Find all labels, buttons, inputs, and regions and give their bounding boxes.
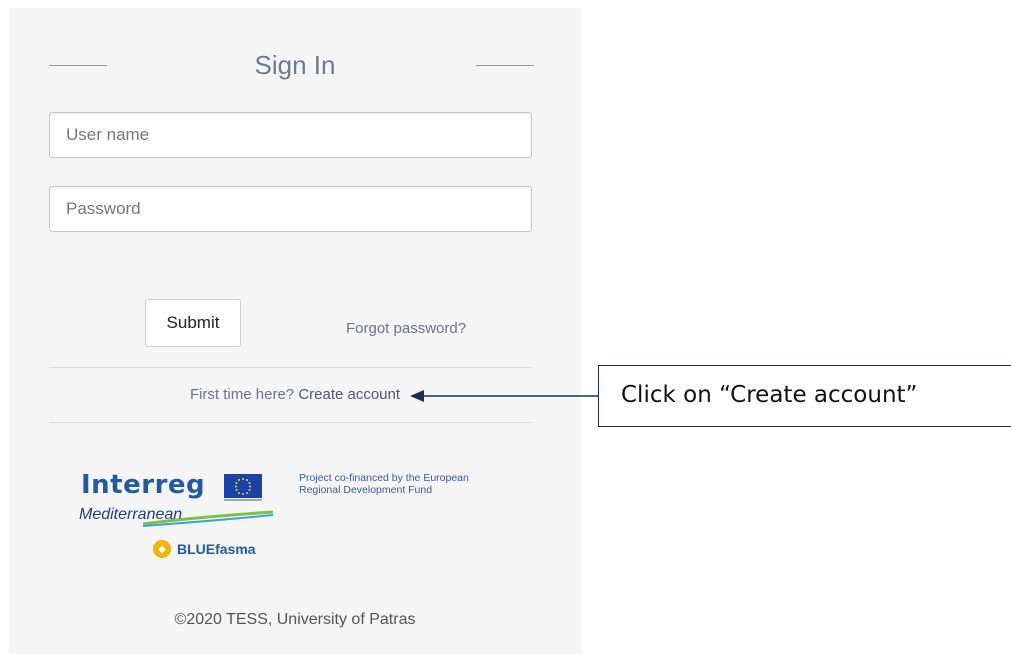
bluefasma-icon: ◆ bbox=[153, 540, 171, 558]
title-divider-right bbox=[476, 65, 534, 66]
title-row: Sign In bbox=[9, 48, 581, 82]
signin-panel: Sign In Submit Forgot password? First ti… bbox=[9, 8, 581, 654]
create-account-link[interactable]: Create account bbox=[298, 386, 400, 403]
submit-button[interactable]: Submit bbox=[145, 299, 241, 347]
cofund-line-2: Regional Development Fund bbox=[299, 484, 433, 496]
bluefasma-wordmark: BLUEfasma bbox=[177, 541, 256, 557]
interreg-logo: Interreg Mediterranean ◆ BLUEfasma bbox=[73, 470, 293, 562]
arrow-left-icon bbox=[410, 390, 600, 402]
cofund-line-1: Project co-financed by the European bbox=[299, 472, 469, 484]
username-input[interactable] bbox=[49, 112, 532, 158]
copyright-text: ©2020 TESS, University of Patras bbox=[174, 611, 416, 628]
callout-box: Click on “Create account” bbox=[598, 365, 1011, 427]
interreg-wordmark: Interreg bbox=[81, 470, 206, 500]
divider-top bbox=[49, 367, 532, 368]
divider-bottom bbox=[49, 422, 532, 423]
first-time-text: First time here? bbox=[189, 386, 295, 403]
eu-flag-caption bbox=[224, 499, 262, 501]
forgot-password-link[interactable]: Forgot password? bbox=[346, 320, 466, 337]
cofund-text: Project co-financed by the European Regi… bbox=[299, 472, 539, 496]
wave-icon bbox=[143, 510, 273, 527]
eu-flag-icon bbox=[224, 474, 262, 498]
bluefasma-logo: ◆ BLUEfasma bbox=[153, 538, 256, 560]
password-input[interactable] bbox=[49, 186, 532, 232]
